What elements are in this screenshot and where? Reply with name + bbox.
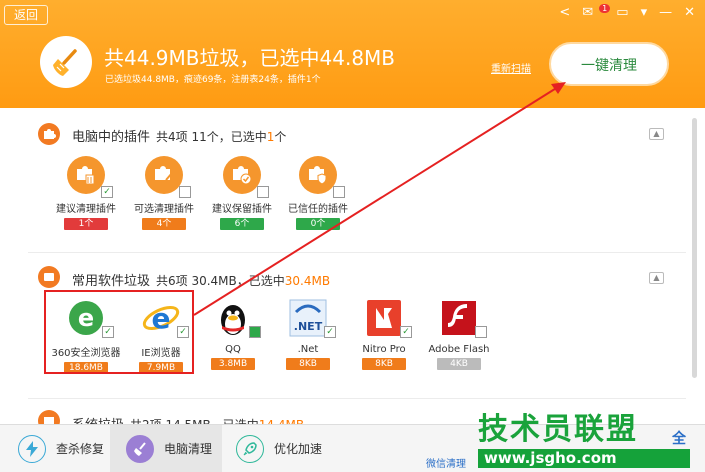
tab-scan-repair[interactable]: 查杀修复 [18,425,110,472]
tab-pc-clean[interactable]: 电脑清理 [110,425,222,472]
scrollbar-thumb[interactable] [692,118,697,378]
watermark-url: www.jsgho.com [478,449,690,468]
section-divider [28,398,686,399]
watermark-logo-text: 技术员联盟 [478,412,638,447]
watermark-side-text: 全 [672,431,686,447]
lightning-icon [18,434,46,463]
wechat-clean-link[interactable]: 微信清理 [426,455,466,470]
tab-optimize[interactable]: 优化加速 [236,425,346,472]
broom-tab-icon [126,434,154,463]
scrollbar[interactable] [690,118,698,418]
annotation-arrow [193,82,566,316]
rocket-icon [236,434,264,463]
